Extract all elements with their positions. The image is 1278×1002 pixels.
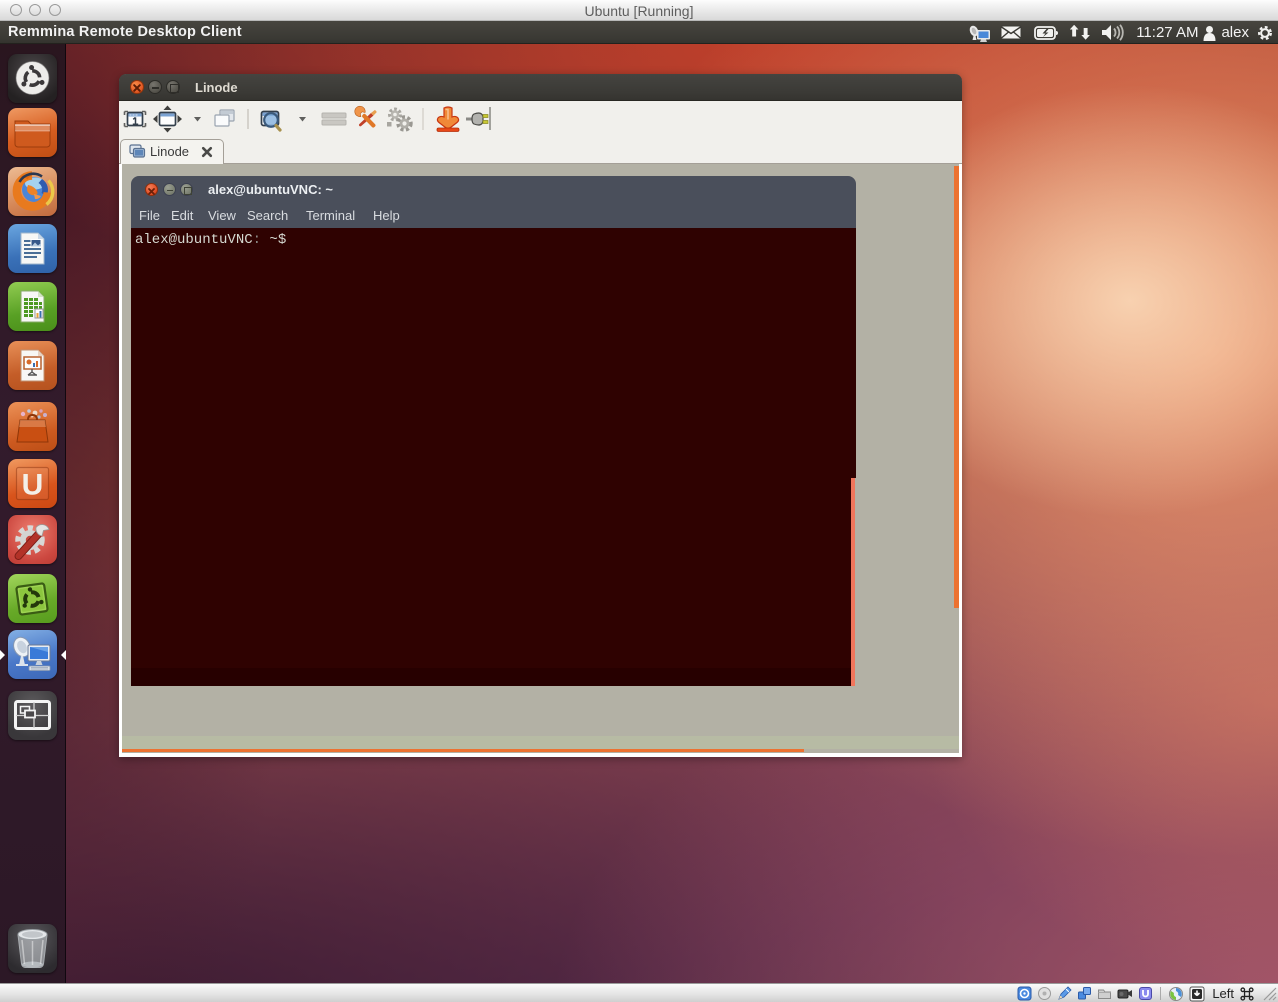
svg-text:U: U	[22, 469, 44, 502]
